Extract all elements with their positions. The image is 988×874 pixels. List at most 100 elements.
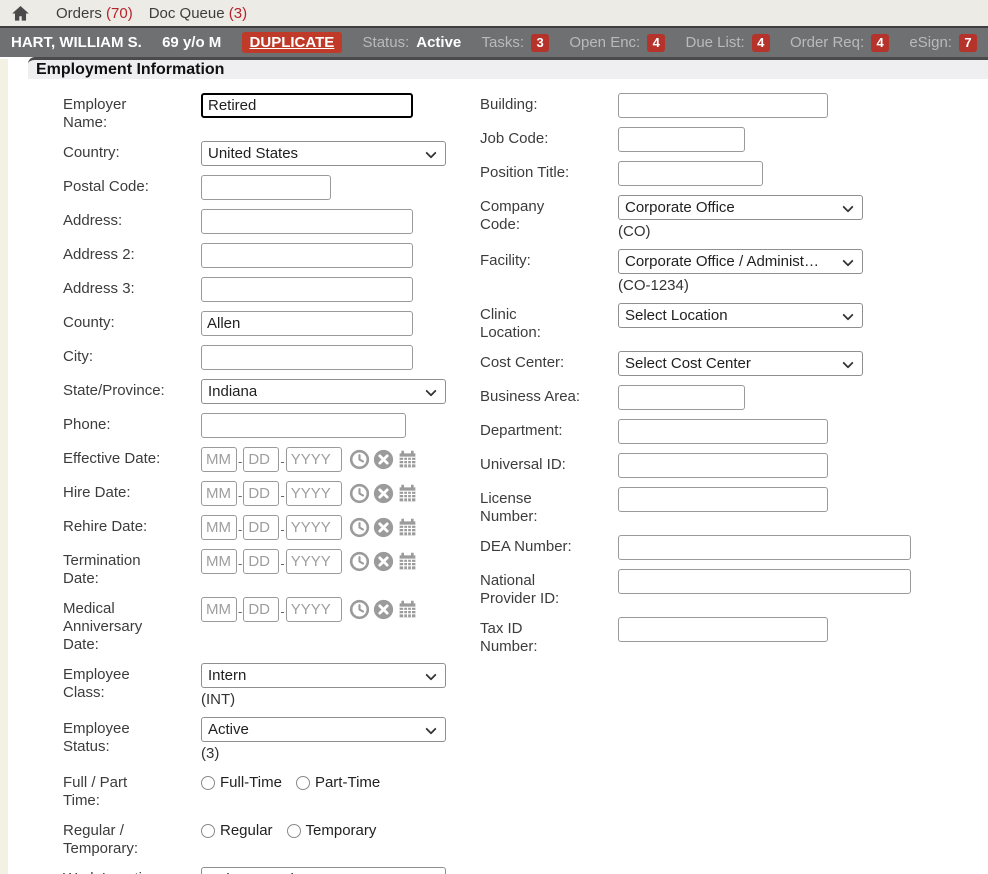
esign-badge[interactable]: 7 [959,34,977,52]
city-input[interactable] [201,345,413,370]
full-time-option[interactable]: Full-Time [201,774,282,791]
clock-icon[interactable] [349,551,370,572]
national-provider-id-input[interactable] [618,569,911,594]
position-title-input[interactable] [618,161,763,186]
address2-input[interactable] [201,243,413,268]
business-area-input[interactable] [618,385,745,410]
tasks-group[interactable]: Tasks: 3 [482,34,550,52]
chevron-down-icon [842,201,853,212]
clear-date-icon[interactable] [373,517,394,538]
order-req-group[interactable]: Order Req: 4 [790,34,889,52]
hire-date-mm-input[interactable] [201,481,237,506]
tax-id-number-input[interactable] [618,617,828,642]
postal-code-input[interactable] [201,175,331,200]
clear-date-icon[interactable] [373,599,394,620]
employee-class-select[interactable]: Intern [201,663,446,688]
country-label: Country: [63,141,177,166]
orders-link[interactable]: Orders (70) [56,5,133,22]
regular-radio[interactable] [201,824,215,838]
termination-date-yyyy-input[interactable] [286,549,342,574]
top-toolbar: Orders (70) Doc Queue (3) [0,0,988,26]
clock-icon[interactable] [349,449,370,470]
termination-date-dd-input[interactable] [243,549,279,574]
employee-status-select[interactable]: Active [201,717,446,742]
clock-icon[interactable] [349,483,370,504]
facility-code: (CO-1234) [618,277,988,294]
phone-input[interactable] [201,413,406,438]
dea-number-label: DEA Number: [480,535,594,560]
due-list-badge[interactable]: 4 [752,34,770,52]
part-time-radio[interactable] [296,776,310,790]
address3-input[interactable] [201,277,413,302]
medical-anniversary-date-mm-input[interactable] [201,597,237,622]
calendar-icon[interactable] [397,517,418,538]
status-value: Active [416,34,461,51]
tasks-badge[interactable]: 3 [531,34,549,52]
cost-center-select[interactable]: Select Cost Center [618,351,863,376]
open-enc-group[interactable]: Open Enc: 4 [569,34,665,52]
clinic-location-select[interactable]: Select Location [618,303,863,328]
medical-anniversary-date-yyyy-input[interactable] [286,597,342,622]
dea-number-input[interactable] [618,535,911,560]
facility-select[interactable]: Corporate Office / Administ… [618,249,863,274]
medical-anniversary-date-dd-input[interactable] [243,597,279,622]
form-column-right: Building: Job Code: Position Title: Comp… [480,93,988,665]
calendar-icon[interactable] [397,483,418,504]
license-number-label: License Number: [480,487,594,526]
work-location-select[interactable]: Select Location [201,867,446,874]
clear-date-icon[interactable] [373,483,394,504]
esign-group[interactable]: eSign: 7 [909,34,977,52]
field-row-hire-date: Hire Date: - - [63,481,469,506]
effective-date-yyyy-input[interactable] [286,447,342,472]
termination-date-mm-input[interactable] [201,549,237,574]
company-code-select[interactable]: Corporate Office [618,195,863,220]
effective-date-dd-input[interactable] [243,447,279,472]
duplicate-button[interactable]: DUPLICATE [242,32,343,53]
rehire-date-dd-input[interactable] [243,515,279,540]
effective-date-mm-input[interactable] [201,447,237,472]
country-select[interactable]: United States [201,141,446,166]
county-input[interactable] [201,311,413,336]
rehire-date-yyyy-input[interactable] [286,515,342,540]
field-row-facility: Facility: Corporate Office / Administ… (… [480,249,988,294]
full-time-radio[interactable] [201,776,215,790]
calendar-icon[interactable] [397,449,418,470]
field-row-department: Department: [480,419,988,444]
part-time-option[interactable]: Part-Time [296,774,380,791]
state-select[interactable]: Indiana [201,379,446,404]
order-req-badge[interactable]: 4 [871,34,889,52]
city-label: City: [63,345,177,370]
building-label: Building: [480,93,594,118]
job-code-input[interactable] [618,127,745,152]
clear-date-icon[interactable] [373,449,394,470]
department-input[interactable] [618,419,828,444]
field-row-dea-number: DEA Number: [480,535,988,560]
hire-date-yyyy-input[interactable] [286,481,342,506]
doc-queue-link[interactable]: Doc Queue (3) [149,5,247,22]
chevron-down-icon [842,309,853,320]
clock-icon[interactable] [349,599,370,620]
home-icon[interactable] [10,3,30,23]
building-input[interactable] [618,93,828,118]
open-enc-badge[interactable]: 4 [647,34,665,52]
calendar-icon[interactable] [397,551,418,572]
hire-date-label: Hire Date: [63,481,177,506]
national-provider-id-label: National Provider ID: [480,569,594,608]
hire-date-dd-input[interactable] [243,481,279,506]
universal-id-input[interactable] [618,453,828,478]
due-list-group[interactable]: Due List: 4 [685,34,769,52]
temporary-radio[interactable] [287,824,301,838]
calendar-icon[interactable] [397,599,418,620]
rehire-date-mm-input[interactable] [201,515,237,540]
esign-label: eSign: [909,34,952,51]
license-number-input[interactable] [618,487,828,512]
field-row-postal-code: Postal Code: [63,175,469,200]
address-input[interactable] [201,209,413,234]
temporary-option[interactable]: Temporary [287,822,377,839]
hire-date-group: - - [201,481,469,506]
regular-option[interactable]: Regular [201,822,273,839]
employer-name-input[interactable] [201,93,413,118]
field-row-termination-date: Termination Date: - - [63,549,469,588]
clock-icon[interactable] [349,517,370,538]
clear-date-icon[interactable] [373,551,394,572]
